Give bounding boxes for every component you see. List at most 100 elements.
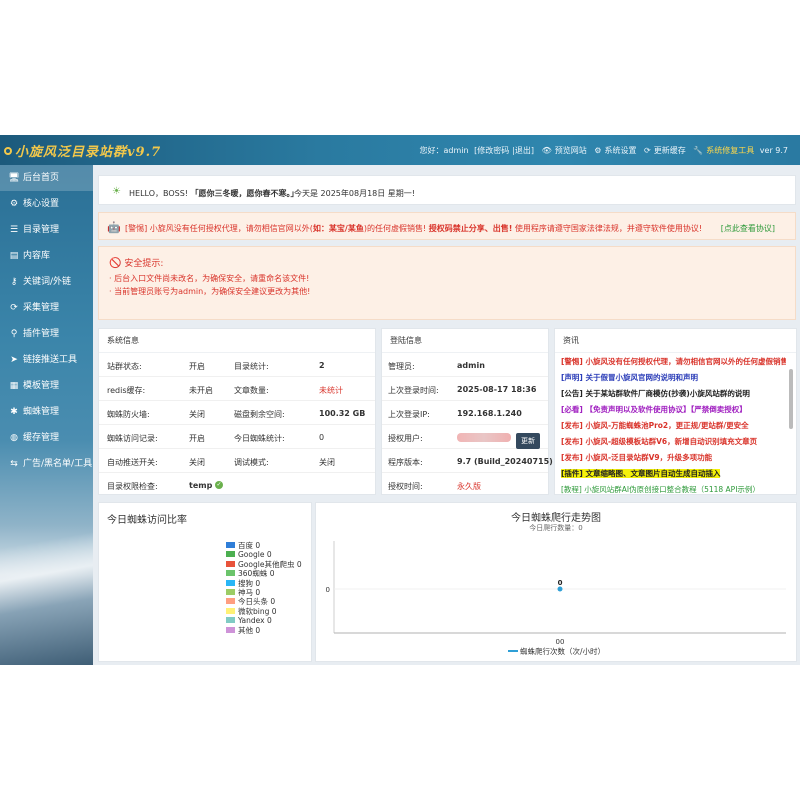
pie-legend-item[interactable]: 360蜘蛛 0 [226, 569, 302, 578]
sidebar-item[interactable]: ⟳ 采集管理 [0, 295, 93, 321]
sidebar-item[interactable]: ▤ 内容库 [0, 243, 93, 269]
spider-ratio-chart: 今日蜘蛛访问比率 百度 0 Google 0 Google其他爬虫 0 360蜘蛛 0… [98, 502, 312, 662]
news-scrollbar[interactable] [789, 369, 793, 429]
header-actions: 您好：admin [修改密码 |退出] 👁 预览网站 ⚙ 系统设置 ⟳ 更新缓存 🔧 系统… [416, 145, 788, 156]
sidebar-item[interactable]: 🖥 后台首页 [0, 165, 93, 191]
admin-app: 小旋风泛目录站群v9.7 您好：admin [修改密码 |退出] 👁 预览网站 ⚙ 系… [0, 135, 800, 665]
news-item-text: [发布] 小旋风-万能蜘蛛池Pro2，更正规/更站群/更安全 [561, 421, 749, 430]
pie-legend-item[interactable]: Yandex 0 [226, 616, 302, 625]
sidebar-item[interactable]: ⇆ 广告/黑名单/工具 [0, 451, 93, 477]
pie-legend-item[interactable]: 神马 0 [226, 588, 302, 597]
preview-site-link[interactable]: 预览网站 [555, 146, 587, 155]
pie-legend-item[interactable]: 搜狗 0 [226, 579, 302, 588]
cache-icon: ◍ [10, 433, 18, 443]
admin-label: 管理员: [388, 362, 415, 371]
login-row-last-ip: 上次登录IP: 192.168.1.240 [382, 401, 548, 425]
trend-legend[interactable]: 蜘蛛爬行次数（次/小时） [508, 646, 605, 657]
update-auth-button[interactable]: 更新 [516, 433, 540, 449]
security-title-text: 安全提示: [124, 259, 164, 269]
today-date: 今天是 2025年08月18日 星期一! [294, 189, 416, 198]
news-item[interactable]: [声明] 关于假冒小旋风官网的说明和声明 [561, 370, 786, 386]
news-item[interactable]: [插件] 文章缩略图、文章图片自动生成自动插入 [561, 466, 786, 482]
version-text: ver 9.7 [759, 146, 788, 155]
send-icon: ➤ [10, 355, 18, 365]
sidebar-item[interactable]: ☰ 目录管理 [0, 217, 93, 243]
sidebar-item[interactable]: ▦ 模板管理 [0, 373, 93, 399]
x-tick-label: 00 [556, 638, 565, 646]
hello-text: HELLO，BOSS! [129, 189, 189, 198]
system-value: temp [189, 481, 213, 490]
sidebar-item-label: 广告/黑名单/工具 [23, 459, 93, 469]
legend-swatch-icon [226, 607, 235, 614]
news-item[interactable]: [发布] 小旋风-泛目录站群V9，升级多项功能 [561, 450, 786, 466]
trend-chart-plot: 0000 [326, 541, 786, 646]
pie-legend-item[interactable]: 今日头条 0 [226, 597, 302, 606]
sidebar-item[interactable]: ✱ 蜘蛛管理 [0, 399, 93, 425]
sidebar-item[interactable]: ⚲ 插件管理 [0, 321, 93, 347]
news-panel: 资讯 [警惕] 小旋风没有任何授权代理，请勿相信官网以外的任何虚假销售 [声明] … [554, 328, 797, 495]
sidebar: 🖥 后台首页 ⚙ 核心设置 ☰ 目录管理 ▤ 内容库 ⚷ 关键词/外链 ⟳ 采集管理 ⚲ 插件管理 ➤ 链接推… [0, 165, 93, 665]
legend-swatch-icon [226, 598, 235, 605]
warning-banner: 🤖 [警惕] 小旋风没有任何授权代理，请勿相信官网以外(如：某宝/某鱼)的任何虚… [98, 212, 796, 240]
system-info-title: 系统信息 [99, 329, 375, 353]
security-tip-1: · 后台入口文件尚未改名，为确保安全，请重命名该文件! [109, 274, 310, 283]
app-logo[interactable]: 小旋风泛目录站群v9.7 [4, 141, 161, 160]
news-item-text: [声明] 关于假冒小旋风官网的说明和声明 [561, 373, 698, 382]
repair-tool-link[interactable]: 系统修复工具 [706, 146, 754, 155]
system-settings-link[interactable]: 系统设置 [604, 146, 636, 155]
logout-link[interactable]: |退出] [512, 146, 534, 155]
list-icon: ☰ [9, 225, 19, 235]
pie-legend-label: 百度 0 [238, 541, 261, 550]
system-value: 未统计 [319, 386, 343, 395]
warning-suffix: 使用程序请遵守国家法律法规，并遵守软件使用协议! [514, 224, 703, 233]
view-agreement-link[interactable]: [点此查看协议] [721, 223, 775, 234]
pie-legend-item[interactable]: 百度 0 [226, 541, 302, 550]
logo-circle-icon [4, 147, 12, 155]
system-value: 开启 [189, 434, 205, 443]
logo-text: 小旋风泛目录站群v9.7 [15, 145, 162, 160]
login-row-last-time: 上次登录时间: 2025-08-17 18:36 [382, 377, 548, 401]
refresh-icon: ⟳ [10, 303, 18, 313]
pie-legend-item[interactable]: Google 0 [226, 550, 302, 559]
system-value: 关闭 [319, 458, 335, 467]
update-cache-link[interactable]: 更新缓存 [654, 146, 686, 155]
spider-icon: ✱ [10, 407, 18, 417]
system-info-row: 蜘蛛访问记录: 开启 今日蜘蛛统计: 0 [99, 425, 375, 449]
news-item-text: [发布] 小旋风-泛目录站群V9，升级多项功能 [561, 453, 713, 462]
system-value: 开启 [189, 362, 205, 371]
pie-legend-label: Yandex 0 [238, 616, 272, 626]
pie-legend-item[interactable]: 微软bing 0 [226, 607, 302, 616]
system-value: 2 [319, 361, 325, 370]
legend-swatch-icon [226, 570, 235, 577]
news-item[interactable]: [必看] 【免责声明以及软件使用协议】【严禁倒卖授权】 [561, 402, 786, 418]
pie-legend-item[interactable]: Google其他爬虫 0 [226, 560, 302, 569]
news-item[interactable]: [发布] 小旋风-万能蜘蛛池Pro2，更正规/更站群/更安全 [561, 418, 786, 434]
news-item[interactable]: [发布] 小旋风-超级模板站群V6，新增自动识别填充文章页 [561, 434, 786, 450]
legend-swatch-icon [226, 579, 235, 586]
news-item[interactable]: [警惕] 小旋风没有任何授权代理，请勿相信官网以外的任何虚假销售 [561, 354, 786, 370]
pie-legend-label: 搜狗 0 [238, 578, 261, 588]
sidebar-item[interactable]: ⚙ 核心设置 [0, 191, 93, 217]
pie-legend-item[interactable]: 其他 0 [226, 626, 302, 635]
system-key: 目录统计: [234, 362, 269, 371]
sidebar-item[interactable]: ➤ 链接推送工具 [0, 347, 93, 373]
sidebar-item[interactable]: ⚷ 关键词/外链 [0, 269, 93, 295]
news-item[interactable]: [教程] 小旋风站群AI伪原创接口整合教程（5118 API示例） [561, 482, 786, 494]
sidebar-item-label: 采集管理 [23, 303, 60, 313]
sidebar-item[interactable]: ◍ 缓存管理 [0, 425, 93, 451]
gear-icon: ⚙ [9, 199, 19, 209]
sidebar-item-label: 模板管理 [23, 381, 60, 391]
android-icon: 🤖 [107, 221, 121, 234]
system-value: 100.32 GB [319, 409, 366, 418]
system-value: 未开启 [189, 386, 213, 395]
program-version-value: 9.7 (Build_20240715) [457, 457, 553, 466]
sidebar-item-label: 后台首页 [23, 173, 60, 183]
system-key: 目录权限检查: [107, 482, 158, 491]
key-icon: ⚷ [10, 277, 18, 287]
sidebar-item-label: 目录管理 [23, 225, 60, 235]
pie-legend-label: Google 0 [238, 550, 272, 560]
y-tick-label: 0 [326, 586, 330, 594]
monitor-icon: 🖥 [8, 173, 20, 183]
change-password-link[interactable]: [修改密码 [474, 146, 509, 155]
news-item[interactable]: [公告] 关于某站群软件厂商模仿(抄袭)小旋风站群的说明 [561, 386, 786, 402]
